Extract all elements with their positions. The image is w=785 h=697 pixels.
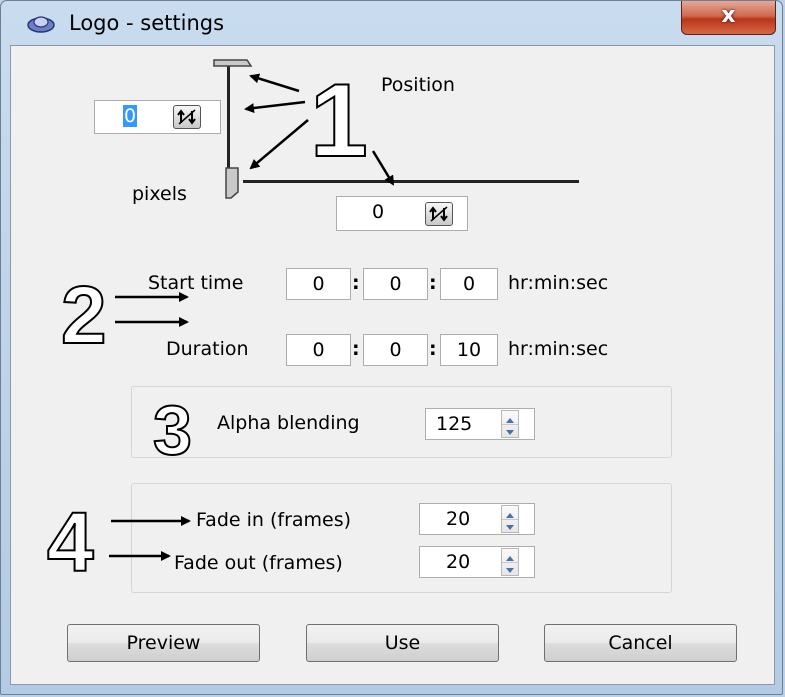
start-time-seconds-input[interactable]: 0 xyxy=(440,268,498,300)
fade-group xyxy=(131,483,672,593)
close-button[interactable]: x xyxy=(681,1,776,35)
cancel-button[interactable]: Cancel xyxy=(544,624,737,662)
horizontal-position-value: 0 xyxy=(372,201,385,223)
vertical-slider-thumb[interactable] xyxy=(211,56,261,76)
duration-separator: : xyxy=(352,338,360,360)
horizontal-slider-thumb[interactable] xyxy=(223,164,245,200)
preview-button[interactable]: Preview xyxy=(67,624,260,662)
spin-up-arrow-icon[interactable] xyxy=(502,411,518,425)
start-time-label: Start time xyxy=(148,272,244,294)
alpha-blending-label: Alpha blending xyxy=(217,412,360,434)
close-icon: x xyxy=(721,3,736,28)
pixels-label: pixels xyxy=(132,183,187,205)
vertical-position-spin-button[interactable] xyxy=(173,105,201,129)
spin-down-arrow-icon[interactable] xyxy=(502,562,518,575)
horizontal-position-spin-button[interactable] xyxy=(425,202,453,226)
duration-label: Duration xyxy=(166,338,249,360)
horizontal-position-track xyxy=(243,180,579,183)
start-time-format-label: hr:min:sec xyxy=(508,272,609,294)
alpha-blending-group xyxy=(131,386,672,458)
fade-out-label: Fade out (frames) xyxy=(174,552,343,574)
duration-separator-2: : xyxy=(429,338,437,360)
spin-up-arrow-icon[interactable] xyxy=(502,506,518,520)
spin-arrows-icon xyxy=(177,109,196,125)
vertical-position-track xyxy=(227,66,230,176)
title-bar[interactable]: Logo - settings x xyxy=(1,1,782,45)
duration-seconds-input[interactable]: 10 xyxy=(440,334,498,366)
use-button[interactable]: Use xyxy=(306,624,499,662)
fade-in-spinner[interactable] xyxy=(501,505,519,533)
alpha-blending-spinner[interactable] xyxy=(501,410,519,438)
fade-in-value: 20 xyxy=(446,508,471,530)
alpha-blending-value: 125 xyxy=(436,413,473,435)
annotation-number-4: 4 xyxy=(47,495,94,589)
vertical-position-value: 0 xyxy=(123,105,138,127)
settings-window: Logo - settings x Position pixels 0 0 St… xyxy=(0,0,783,695)
annotation-number-1: 1 xyxy=(310,63,368,179)
start-time-minutes-input[interactable]: 0 xyxy=(363,268,428,300)
vertical-position-input[interactable]: 0 xyxy=(94,100,221,134)
annotation-number-2: 2 xyxy=(61,270,107,361)
dialog-client-area: Position pixels 0 0 Start time 0: 0: 0… xyxy=(10,45,775,685)
fade-out-value: 20 xyxy=(446,551,471,573)
window-title: Logo - settings xyxy=(69,11,225,35)
spin-arrows-icon xyxy=(429,206,448,222)
duration-hours-input[interactable]: 0 xyxy=(286,334,351,366)
duration-minutes-input[interactable]: 0 xyxy=(363,334,428,366)
start-time-hours-input[interactable]: 0 xyxy=(286,268,351,300)
fade-in-label: Fade in (frames) xyxy=(196,509,352,531)
start-time-separator-2: : xyxy=(429,272,437,294)
start-time-separator: : xyxy=(352,272,360,294)
spin-down-arrow-icon[interactable] xyxy=(502,519,518,532)
logo-app-icon xyxy=(27,16,55,33)
spin-down-arrow-icon[interactable] xyxy=(502,424,518,437)
fade-out-spinner[interactable] xyxy=(501,548,519,576)
position-label: Position xyxy=(381,74,455,96)
duration-format-label: hr:min:sec xyxy=(508,338,609,360)
spin-up-arrow-icon[interactable] xyxy=(502,549,518,563)
